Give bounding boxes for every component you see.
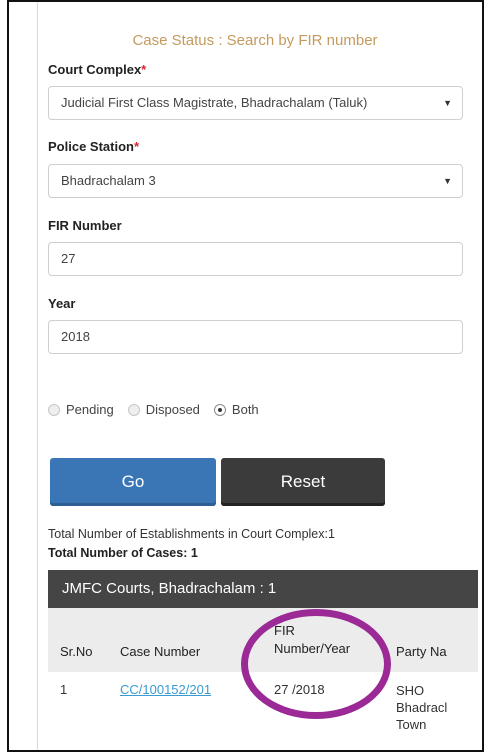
year-input[interactable]: 2018	[48, 320, 463, 354]
radio-both[interactable]: Both	[213, 402, 259, 417]
fir-number-label: FIR Number	[48, 218, 122, 233]
radio-button-selected[interactable]	[213, 403, 226, 416]
column-header-party-name: Party Na	[396, 644, 447, 659]
cases-count: Total Number of Cases: 1	[48, 546, 198, 560]
court-complex-select[interactable]: Judicial First Class Magistrate, Bhadrac…	[48, 86, 463, 120]
go-button[interactable]: Go	[50, 458, 216, 506]
police-station-value: Bhadrachalam 3	[61, 173, 156, 188]
fir-number-input[interactable]: 27	[48, 242, 463, 276]
court-heading: JMFC Courts, Bhadrachalam : 1	[48, 570, 478, 608]
reset-button[interactable]: Reset	[221, 458, 385, 506]
police-station-select[interactable]: Bhadrachalam 3 ▼	[48, 164, 463, 198]
required-marker: *	[141, 62, 147, 77]
court-complex-label: Court Complex*	[48, 62, 147, 77]
highlight-circle-annotation	[241, 609, 391, 719]
row-party-name: SHO Bhadracl Town	[396, 683, 448, 732]
column-header-sr-no: Sr.No	[60, 644, 93, 659]
screenshot-frame: Case Status : Search by FIR number Court…	[7, 0, 484, 752]
required-marker: *	[133, 139, 140, 154]
police-station-label: Police Station*	[48, 139, 140, 154]
radio-button[interactable]	[48, 403, 60, 416]
case-number-link[interactable]: CC/100152/201	[120, 682, 258, 697]
row-sr-no: 1	[60, 682, 68, 697]
chevron-down-icon: ▼	[443, 176, 452, 186]
radio-pending[interactable]: Pending	[48, 402, 114, 417]
year-label: Year	[48, 296, 76, 311]
establishments-count: Total Number of Establishments in Court …	[48, 527, 335, 541]
column-header-case-number: Case Number	[120, 644, 201, 659]
radio-disposed[interactable]: Disposed	[127, 402, 200, 417]
chevron-down-icon: ▼	[443, 98, 452, 108]
court-complex-value: Judicial First Class Magistrate, Bhadrac…	[61, 95, 368, 110]
page-title: Case Status : Search by FIR number	[132, 32, 378, 49]
radio-button[interactable]	[127, 403, 140, 416]
case-status-radio-group: Pending Disposed Both	[48, 402, 273, 417]
